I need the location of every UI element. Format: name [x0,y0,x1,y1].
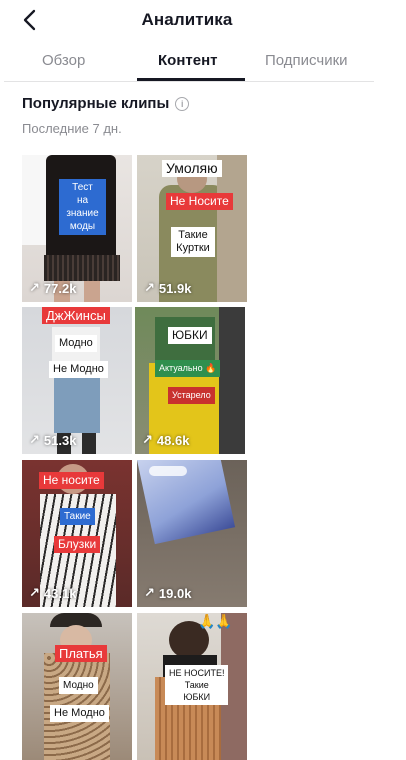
trend-up-icon: ↗ [144,280,155,295]
info-icon[interactable]: i [175,96,190,111]
clip-caption-label: Не Носите [166,193,233,210]
clip-card[interactable]: Умоляю Не Носите Такие Куртки ↗ 51.9k [137,155,247,302]
clip-views-count: 51.3k [43,432,77,448]
period-label: Последние 7 дн. [22,121,122,136]
clip-caption-label: Умоляю [162,160,222,177]
clip-caption-label: НЕ НОСИТЕ! Такие ЮБКИ [165,665,229,705]
clip-views-count: 19.0k [158,585,192,601]
clip-views: ↗ 43.1k [29,585,76,601]
clip-views: ↗ 19.0k [144,585,191,601]
tab-bar: Обзор Контент Подписчики [4,44,374,82]
clip-caption-label: ЮБКИ [168,327,212,344]
trend-up-icon: ↗ [142,432,153,447]
tab-content[interactable]: Контент [158,52,217,69]
clip-caption-label: Модно [55,335,97,352]
active-tab-indicator [137,78,245,81]
clip-caption-label: 🙏🙏 [198,613,233,629]
clip-caption-label: Не носите [39,472,104,489]
trend-up-icon: ↗ [144,585,155,600]
clip-caption-label: Тест на знание моды [59,179,106,235]
clip-caption-label: Блузки [54,536,101,553]
clip-caption-label: Модно [59,677,98,694]
trend-up-icon: ↗ [29,280,40,295]
trend-up-icon: ↗ [29,432,40,447]
clip-card[interactable]: Не носите Такие Блузки ↗ 43.1k [22,460,132,607]
trend-up-icon: ↗ [29,585,40,600]
clip-card[interactable]: ДжЖинсы Модно Не Модно ↗ 51.3k [22,307,132,454]
clip-caption-label: Такие [60,508,95,525]
clip-views-count: 77.2k [43,280,77,296]
clip-card[interactable]: Платья Модно Не Модно [22,613,132,760]
clip-card[interactable]: 🙏🙏 НЕ НОСИТЕ! Такие ЮБКИ [137,613,247,760]
clip-views: ↗ 51.9k [144,280,191,296]
tab-followers[interactable]: Подписчики [265,52,348,69]
clip-caption-label: Платья [55,645,107,662]
header: Аналитика [0,0,406,42]
clip-caption-label: ДжЖинсы [42,307,110,324]
tab-overview[interactable]: Обзор [42,52,85,69]
clip-views-count: 51.9k [158,280,192,296]
page-title: Аналитика [141,10,233,29]
clip-card[interactable]: ЮБКИ Актуально 🔥 Устарело ↗ 48.6k [135,307,245,454]
clip-caption-label: Такие Куртки [171,227,215,257]
clip-card[interactable]: ↗ 19.0k [137,460,247,607]
clip-caption-label: Не Модно [50,705,109,722]
clip-views: ↗ 51.3k [29,432,76,448]
section-title-text: Популярные клипы [22,95,170,112]
clip-caption-label: Актуально 🔥 [155,360,221,377]
clip-card[interactable]: Тест на знание моды ↗ 77.2k [22,155,132,302]
clip-caption-label: Устарело [168,387,215,404]
section-title: Популярные клипы i [22,95,190,112]
clip-views: ↗ 77.2k [29,280,76,296]
clip-views-count: 43.1k [43,585,77,601]
clip-caption-label: Не Модно [49,361,108,378]
clip-views-count: 48.6k [156,432,190,448]
clip-views: ↗ 48.6k [142,432,189,448]
